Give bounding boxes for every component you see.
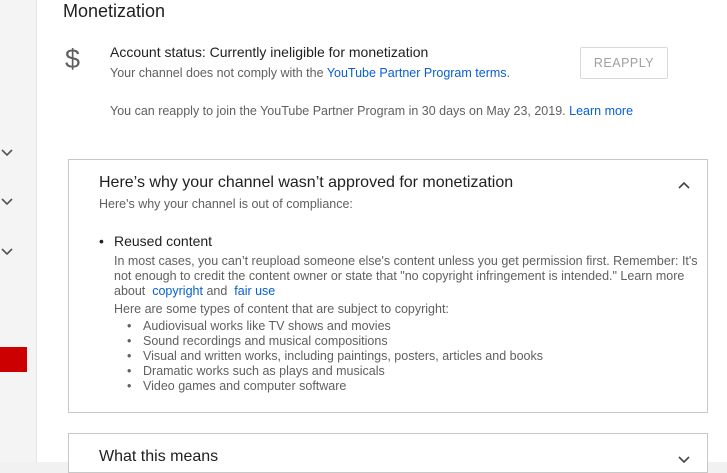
what-this-means-card[interactable]: What this means: [68, 433, 708, 473]
status-description: Your channel does not comply with the Yo…: [110, 66, 510, 80]
account-status: Account status: Currently ineligible for…: [110, 44, 429, 60]
left-sidebar: [0, 0, 36, 462]
reasons-card-title[interactable]: Here’s why your channel wasn’t approved …: [99, 174, 513, 192]
sidebar-active-indicator[interactable]: [0, 347, 27, 372]
chevron-down-icon[interactable]: [0, 145, 14, 159]
chevron-up-icon[interactable]: [677, 178, 691, 197]
reapply-info-text: You can reapply to join the YouTube Part…: [110, 104, 566, 118]
learn-more-link[interactable]: Learn more: [569, 104, 633, 118]
list-item: Sound recordings and musical composition…: [143, 334, 543, 349]
status-description-end: .: [506, 66, 511, 80]
page-title: Monetization: [63, 1, 166, 21]
fair-use-link[interactable]: fair use: [234, 284, 275, 298]
copyright-types-list: Audiovisual works like TV shows and movi…: [143, 319, 543, 394]
dollar-icon: $: [65, 44, 81, 74]
reasons-card: Here’s why your channel wasn’t approved …: [68, 159, 708, 413]
reapply-info: You can reapply to join the YouTube Part…: [110, 104, 633, 118]
list-item: Video games and computer software: [143, 379, 543, 394]
chevron-down-icon[interactable]: [0, 244, 14, 258]
reapply-button[interactable]: REAPPLY: [580, 47, 668, 79]
what-this-means-title[interactable]: What this means: [99, 448, 218, 466]
reasons-card-subtitle: Here's why your channel is out of compli…: [99, 197, 353, 211]
list-item: Visual and written works, including pain…: [143, 349, 543, 364]
reason-description: In most cases, you can’t reupload someon…: [114, 254, 704, 299]
list-item: Dramatic works such as plays and musical…: [143, 364, 543, 379]
bullet-icon: •: [99, 233, 104, 249]
copyright-types-intro: Here are some types of content that are …: [114, 302, 449, 316]
reason-item: • Reused content: [99, 233, 212, 249]
chevron-down-icon[interactable]: [0, 194, 14, 208]
partner-program-terms-link[interactable]: YouTube Partner Program terms: [327, 66, 507, 80]
copyright-link[interactable]: copyright: [152, 284, 203, 298]
list-item: Audiovisual works like TV shows and movi…: [143, 319, 543, 334]
monetization-panel: Monetization $ Account status: Currently…: [36, 0, 727, 473]
reason-title: Reused content: [114, 233, 213, 249]
status-description-text: Your channel does not comply with the: [110, 66, 327, 80]
link-connector: and: [206, 284, 228, 298]
